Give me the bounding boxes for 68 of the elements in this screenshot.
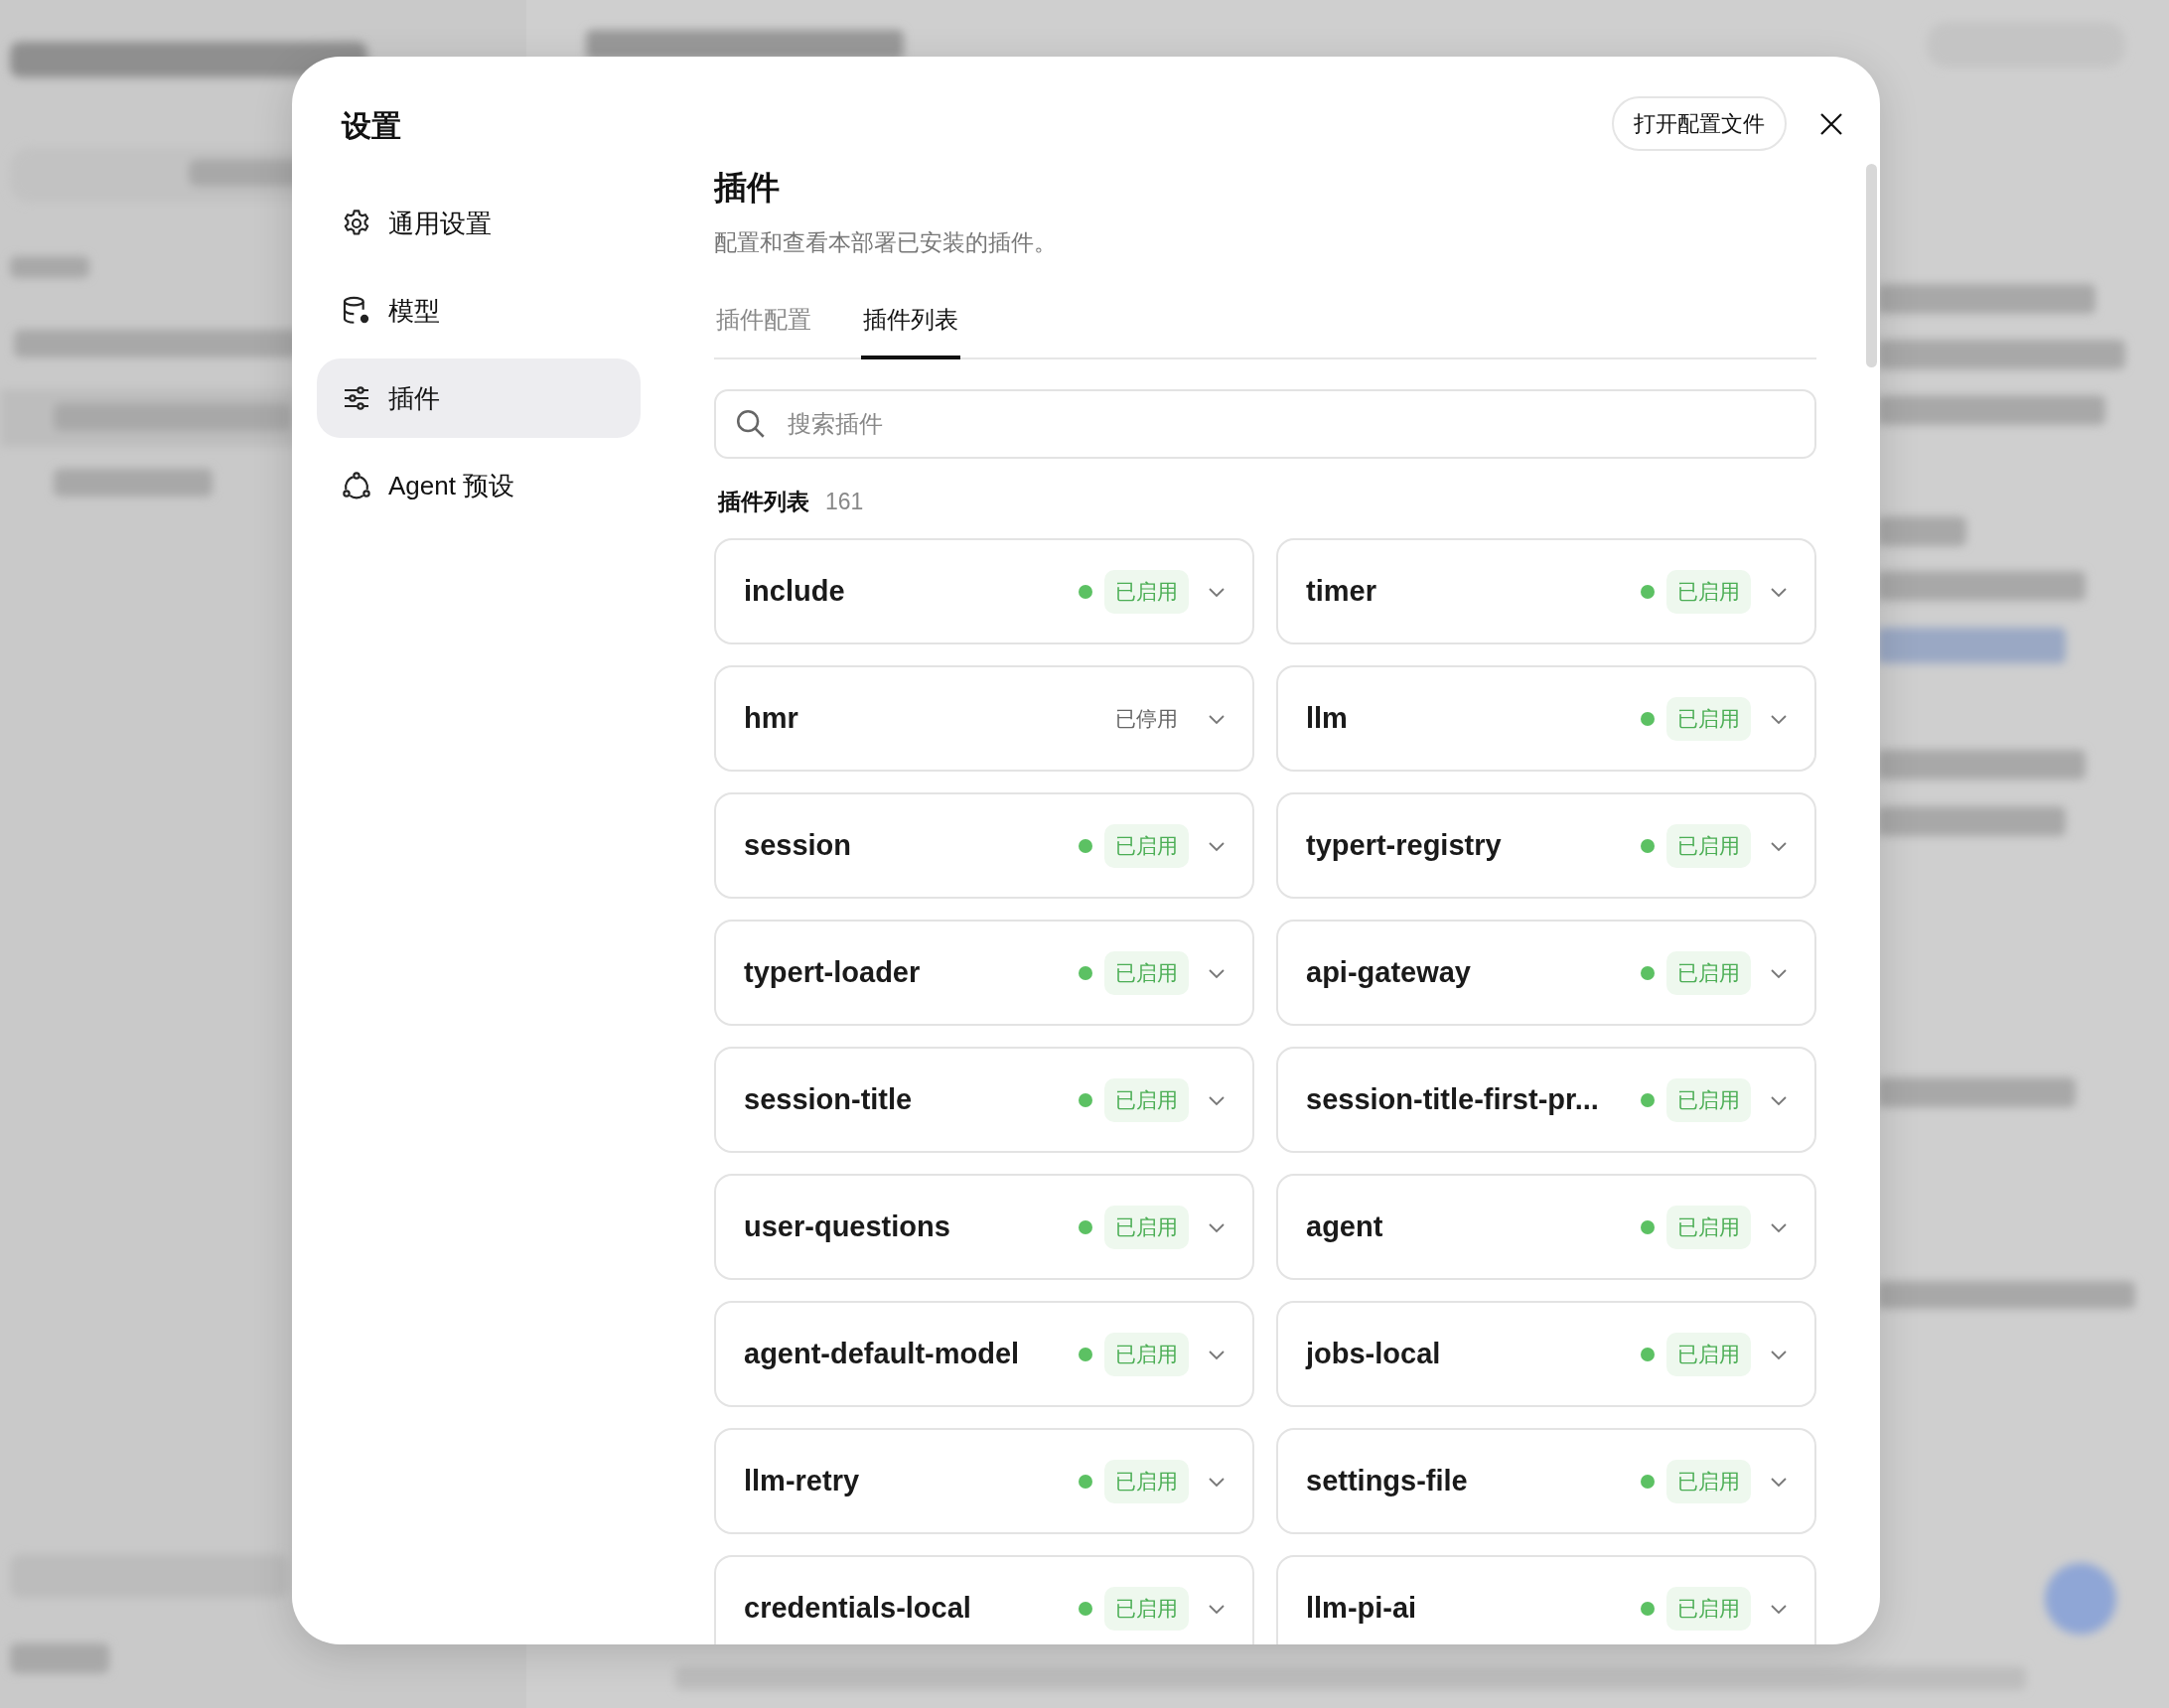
status-label: 已启用 bbox=[1666, 696, 1751, 741]
plugin-name: typert-loader bbox=[744, 956, 922, 989]
plugin-card[interactable]: typert-loader 已启用 bbox=[714, 920, 1254, 1026]
status-label: 已启用 bbox=[1104, 1205, 1189, 1249]
plugin-card[interactable]: api-gateway 已启用 bbox=[1276, 920, 1816, 1026]
status-label: 已启用 bbox=[1666, 569, 1751, 614]
plugin-card[interactable]: include 已启用 bbox=[714, 538, 1254, 644]
plugin-name: hmr bbox=[744, 702, 799, 735]
plugin-card[interactable]: user-questions 已启用 bbox=[714, 1174, 1254, 1280]
status-label: 已启用 bbox=[1666, 950, 1751, 995]
list-title: 插件列表 bbox=[718, 488, 809, 516]
page-description: 配置和查看本部署已安装的插件。 bbox=[714, 228, 1058, 257]
plugin-card[interactable]: jobs-local 已启用 bbox=[1276, 1301, 1816, 1407]
status-label: 已启用 bbox=[1104, 823, 1189, 868]
dialog-title: 设置 bbox=[342, 108, 402, 144]
status-label: 已启用 bbox=[1666, 823, 1751, 868]
search-field[interactable]: 搜索插件 bbox=[714, 389, 1816, 459]
plugin-card[interactable]: session 已启用 bbox=[714, 792, 1254, 899]
sidebar-item[interactable]: 插件 bbox=[317, 358, 641, 438]
plugin-name: session-title-first-pr... bbox=[1306, 1083, 1600, 1116]
status-label: 已启用 bbox=[1666, 1205, 1751, 1249]
plugin-name: include bbox=[744, 575, 846, 608]
tab[interactable]: 插件列表 bbox=[861, 294, 960, 359]
plugin-card[interactable]: llm-retry 已启用 bbox=[714, 1428, 1254, 1534]
plugin-name: llm bbox=[1306, 702, 1349, 735]
plugin-card[interactable]: session-title 已启用 bbox=[714, 1047, 1254, 1153]
plugin-card[interactable]: hmr 已停用 bbox=[714, 665, 1254, 772]
plugin-name: agent-default-model bbox=[744, 1338, 1021, 1370]
sidebar-item[interactable]: Agent 预设 bbox=[317, 446, 641, 525]
status-label: 已启用 bbox=[1104, 1459, 1189, 1503]
status-label: 已启用 bbox=[1104, 1332, 1189, 1376]
nodes-icon bbox=[341, 470, 372, 501]
sidebar-item[interactable]: 通用设置 bbox=[317, 184, 641, 263]
status-label: 已启用 bbox=[1666, 1077, 1751, 1122]
status-label: 已启用 bbox=[1104, 1586, 1189, 1631]
plugin-card[interactable]: llm-pi-ai 已启用 bbox=[1276, 1555, 1816, 1644]
plugin-name: session bbox=[744, 829, 852, 862]
plugin-name: session-title bbox=[744, 1083, 914, 1116]
plugin-name: credentials-local bbox=[744, 1592, 972, 1625]
sidebar-item[interactable]: 模型 bbox=[317, 271, 641, 351]
status-label: 已启用 bbox=[1666, 1459, 1751, 1503]
status-label: 已停用 bbox=[1114, 705, 1179, 732]
plugin-card[interactable]: agent-default-model 已启用 bbox=[714, 1301, 1254, 1407]
scrollbar[interactable] bbox=[1866, 164, 1877, 367]
plugin-name: timer bbox=[1306, 575, 1377, 608]
plugin-card[interactable]: settings-file 已启用 bbox=[1276, 1428, 1816, 1534]
plugin-card[interactable]: typert-registry 已启用 bbox=[1276, 792, 1816, 899]
status-label: 已启用 bbox=[1104, 1077, 1189, 1122]
status-label: 已启用 bbox=[1666, 1586, 1751, 1631]
plugin-card[interactable]: session-title-first-pr... 已启用 bbox=[1276, 1047, 1816, 1153]
plugin-name: typert-registry bbox=[1306, 829, 1503, 862]
plugin-card[interactable]: timer 已启用 bbox=[1276, 538, 1816, 644]
plugin-name: jobs-local bbox=[1306, 1338, 1442, 1370]
open-config-button[interactable]: 打开配置文件 bbox=[1612, 96, 1787, 151]
plugin-name: user-questions bbox=[744, 1210, 951, 1243]
plugin-name: agent bbox=[1306, 1210, 1384, 1243]
plugin-name: llm-pi-ai bbox=[1306, 1592, 1418, 1625]
plugin-name: api-gateway bbox=[1306, 956, 1472, 989]
plugin-name: llm-retry bbox=[744, 1465, 861, 1497]
plugin-count: 161 bbox=[825, 489, 864, 515]
plugin-name: settings-file bbox=[1306, 1465, 1469, 1497]
plugin-card[interactable]: credentials-local 已启用 bbox=[714, 1555, 1254, 1644]
plugin-card[interactable]: agent 已启用 bbox=[1276, 1174, 1816, 1280]
plugin-card[interactable]: llm 已启用 bbox=[1276, 665, 1816, 772]
status-label: 已启用 bbox=[1666, 1332, 1751, 1376]
status-label: 已启用 bbox=[1104, 950, 1189, 995]
tab[interactable]: 插件配置 bbox=[714, 294, 813, 359]
status-label: 已启用 bbox=[1104, 569, 1189, 614]
